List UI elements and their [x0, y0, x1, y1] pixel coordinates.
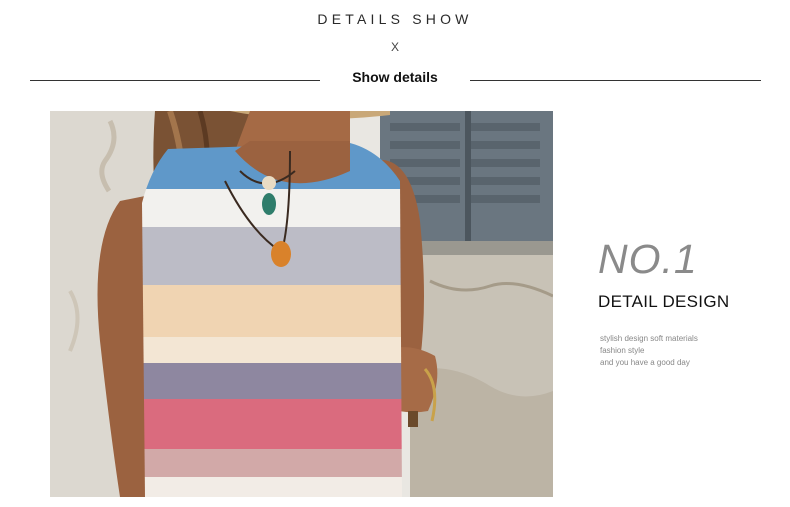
- divider-line-left: [30, 80, 320, 81]
- feature-line: stylish design soft materials: [600, 334, 698, 343]
- feature-number: NO.1: [598, 236, 698, 282]
- feature-description: stylish design soft materials fashion st…: [600, 333, 698, 369]
- feature-line: fashion style: [600, 346, 645, 355]
- section-title: DETAILS SHOW: [317, 11, 473, 27]
- feature-heading: DETAIL DESIGN: [598, 292, 730, 311]
- divider-mark: X: [390, 40, 399, 54]
- product-photo-illustration: [50, 111, 553, 497]
- section-subtitle: Show details: [352, 69, 438, 85]
- divider-line-right: [470, 80, 761, 81]
- feature-line: and you have a good day: [600, 358, 690, 367]
- product-photo: [50, 111, 553, 497]
